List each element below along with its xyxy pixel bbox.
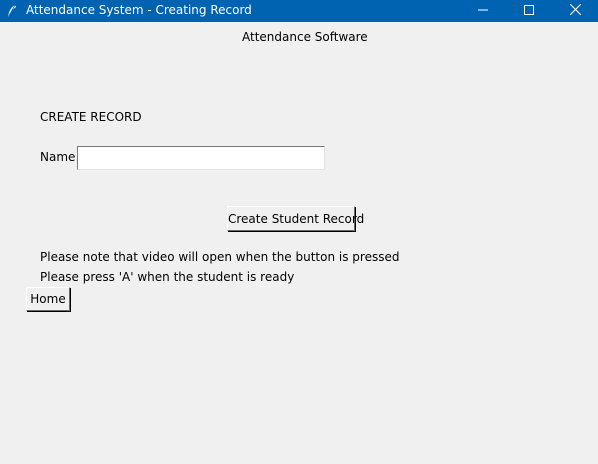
name-label: Name [40,150,76,164]
press-a-note: Please press 'A' when the student is rea… [40,270,295,284]
maximize-button[interactable] [506,0,552,22]
window-title: Attendance System - Creating Record [26,3,252,17]
minimize-button[interactable] [460,0,506,22]
home-button[interactable]: Home [26,287,70,311]
section-title: CREATE RECORD [40,110,142,124]
name-input[interactable] [77,146,325,170]
video-note: Please note that video will open when th… [40,250,400,264]
create-student-record-button[interactable]: Create Student Record [227,206,364,231]
title-bar[interactable]: Attendance System - Creating Record [0,0,598,22]
close-icon [569,3,581,18]
close-button[interactable] [552,0,598,22]
minimize-icon [478,4,488,18]
maximize-icon [524,4,534,18]
app-header: Attendance Software [242,30,368,44]
feather-icon [6,4,18,18]
